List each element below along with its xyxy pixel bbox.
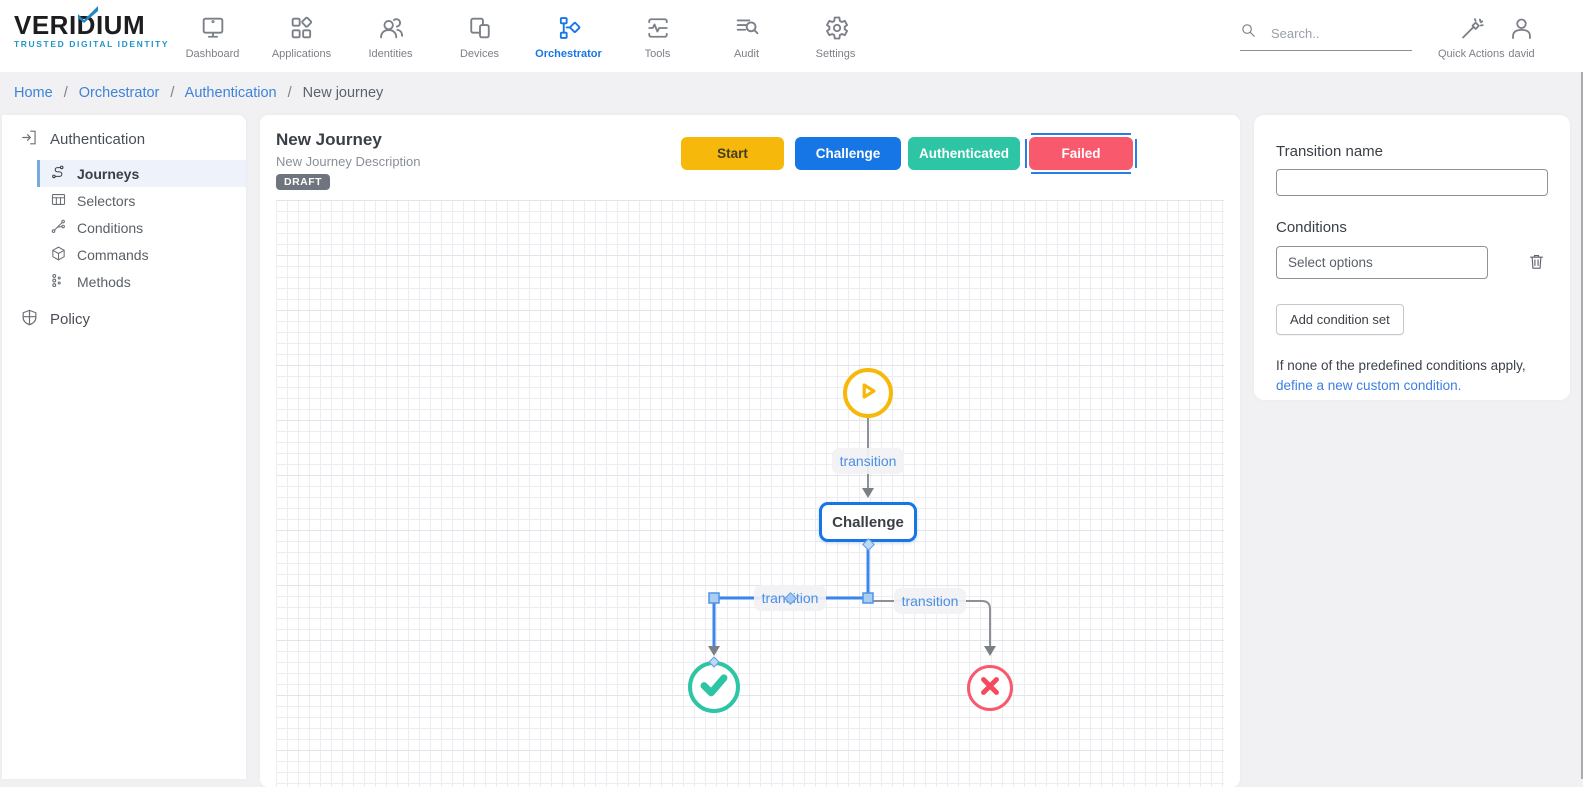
state-button-failed[interactable]: Failed: [1029, 137, 1133, 170]
conditions-label: Conditions: [1276, 219, 1548, 236]
user-menu[interactable]: david: [1508, 8, 1535, 60]
journey-editor: New Journey New Journey Description DRAF…: [260, 115, 1240, 787]
settings-icon: [822, 6, 850, 42]
transition-name-input[interactable]: [1276, 169, 1548, 196]
sidebar-authentication-items: Journeys Selectors Conditions Commands M…: [2, 160, 246, 295]
global-search: [1240, 22, 1412, 51]
logo-check-icon: [76, 5, 100, 28]
nav-item-tools[interactable]: Tools: [613, 6, 702, 60]
tools-icon: [644, 6, 672, 42]
state-button-authenticated[interactable]: Authenticated: [908, 137, 1020, 170]
dashboard-icon: [199, 6, 227, 42]
primary-nav: Dashboard Applications Identities Device…: [168, 6, 880, 60]
breadcrumb-separator: /: [170, 85, 174, 101]
authenticated-node[interactable]: [688, 661, 740, 713]
add-condition-set-button[interactable]: Add condition set: [1276, 304, 1404, 335]
selection-handle: [1131, 133, 1137, 139]
sidebar-section-policy[interactable]: Policy: [2, 305, 246, 333]
nav-item-settings[interactable]: Settings: [791, 6, 880, 60]
nav-item-dashboard[interactable]: Dashboard: [168, 6, 257, 60]
sidebar-item-journeys[interactable]: Journeys: [37, 160, 246, 187]
transition-name-label: Transition name: [1276, 143, 1548, 160]
transition-label[interactable]: transition: [832, 448, 904, 474]
breadcrumb-authentication[interactable]: Authentication: [185, 85, 277, 101]
start-node[interactable]: [843, 368, 893, 418]
failed-node[interactable]: [967, 665, 1013, 711]
breadcrumb-separator: /: [288, 85, 292, 101]
state-button-challenge[interactable]: Challenge: [795, 137, 901, 170]
status-badge: DRAFT: [276, 174, 330, 190]
orchestrator-icon: [555, 6, 583, 42]
transition-label[interactable]: transition: [894, 588, 966, 614]
search-icon: [1240, 22, 1257, 44]
delete-condition-button[interactable]: [1525, 250, 1548, 276]
flow-edges: [276, 200, 1224, 787]
login-icon: [20, 128, 39, 151]
sidebar-item-commands[interactable]: Commands: [37, 241, 246, 268]
journey-description: New Journey Description: [276, 154, 421, 169]
breadcrumb-separator: /: [64, 85, 68, 101]
magic-wand-icon: [1458, 8, 1485, 42]
devices-icon: [466, 6, 494, 42]
flow-canvas[interactable]: transition transition transition Challen…: [276, 200, 1224, 787]
selection-handle: [1025, 168, 1031, 174]
search-input[interactable]: [1271, 26, 1401, 41]
conditions-icon: [50, 218, 67, 238]
selection-handle: [1131, 168, 1137, 174]
commands-icon: [50, 245, 67, 265]
transition-properties-panel: Transition name Conditions Add condition…: [1254, 115, 1570, 400]
nav-item-applications[interactable]: Applications: [257, 6, 346, 60]
breadcrumb-row: Home / Orchestrator / Authentication / N…: [0, 72, 1583, 115]
conditions-select[interactable]: [1276, 246, 1488, 279]
nav-item-orchestrator[interactable]: Orchestrator: [524, 6, 613, 60]
journeys-icon: [50, 164, 67, 184]
sidebar-item-conditions[interactable]: Conditions: [37, 214, 246, 241]
sidebar-item-selectors[interactable]: Selectors: [37, 187, 246, 214]
sidebar-section-authentication[interactable]: Authentication: [2, 125, 246, 153]
nav-item-identities[interactable]: Identities: [346, 6, 435, 60]
state-button-failed-selection: Failed: [1025, 133, 1137, 174]
state-button-start[interactable]: Start: [681, 137, 784, 170]
nav-item-devices[interactable]: Devices: [435, 6, 524, 60]
breadcrumb-home[interactable]: Home: [14, 85, 53, 101]
selection-handle: [1025, 133, 1031, 139]
selectors-icon: [50, 191, 67, 211]
journey-title: New Journey: [276, 130, 382, 150]
identities-icon: [377, 6, 405, 42]
shield-icon: [20, 308, 39, 331]
challenge-node[interactable]: Challenge: [819, 502, 917, 542]
check-icon: [697, 668, 731, 707]
custom-condition-note: If none of the predefined conditions app…: [1276, 356, 1550, 395]
x-icon: [977, 673, 1003, 704]
methods-icon: [50, 272, 67, 292]
user-avatar-icon: [1508, 8, 1535, 42]
audit-icon: [733, 6, 761, 42]
play-icon: [855, 378, 881, 409]
sidebar-item-methods[interactable]: Methods: [37, 268, 246, 295]
breadcrumb-current: New journey: [303, 85, 384, 101]
define-custom-condition-link[interactable]: define a new custom condition.: [1276, 378, 1461, 393]
breadcrumb: Home / Orchestrator / Authentication / N…: [14, 85, 383, 101]
top-bar: VERIDIUM TRUSTED DIGITAL IDENTITY Dashbo…: [0, 0, 1583, 72]
trash-icon: [1527, 259, 1546, 274]
applications-icon: [288, 6, 316, 42]
sidebar: Authentication Journeys Selectors Condit…: [2, 115, 246, 779]
nav-item-audit[interactable]: Audit: [702, 6, 791, 60]
quick-actions-button[interactable]: Quick Actions: [1438, 8, 1505, 60]
breadcrumb-orchestrator[interactable]: Orchestrator: [79, 85, 160, 101]
